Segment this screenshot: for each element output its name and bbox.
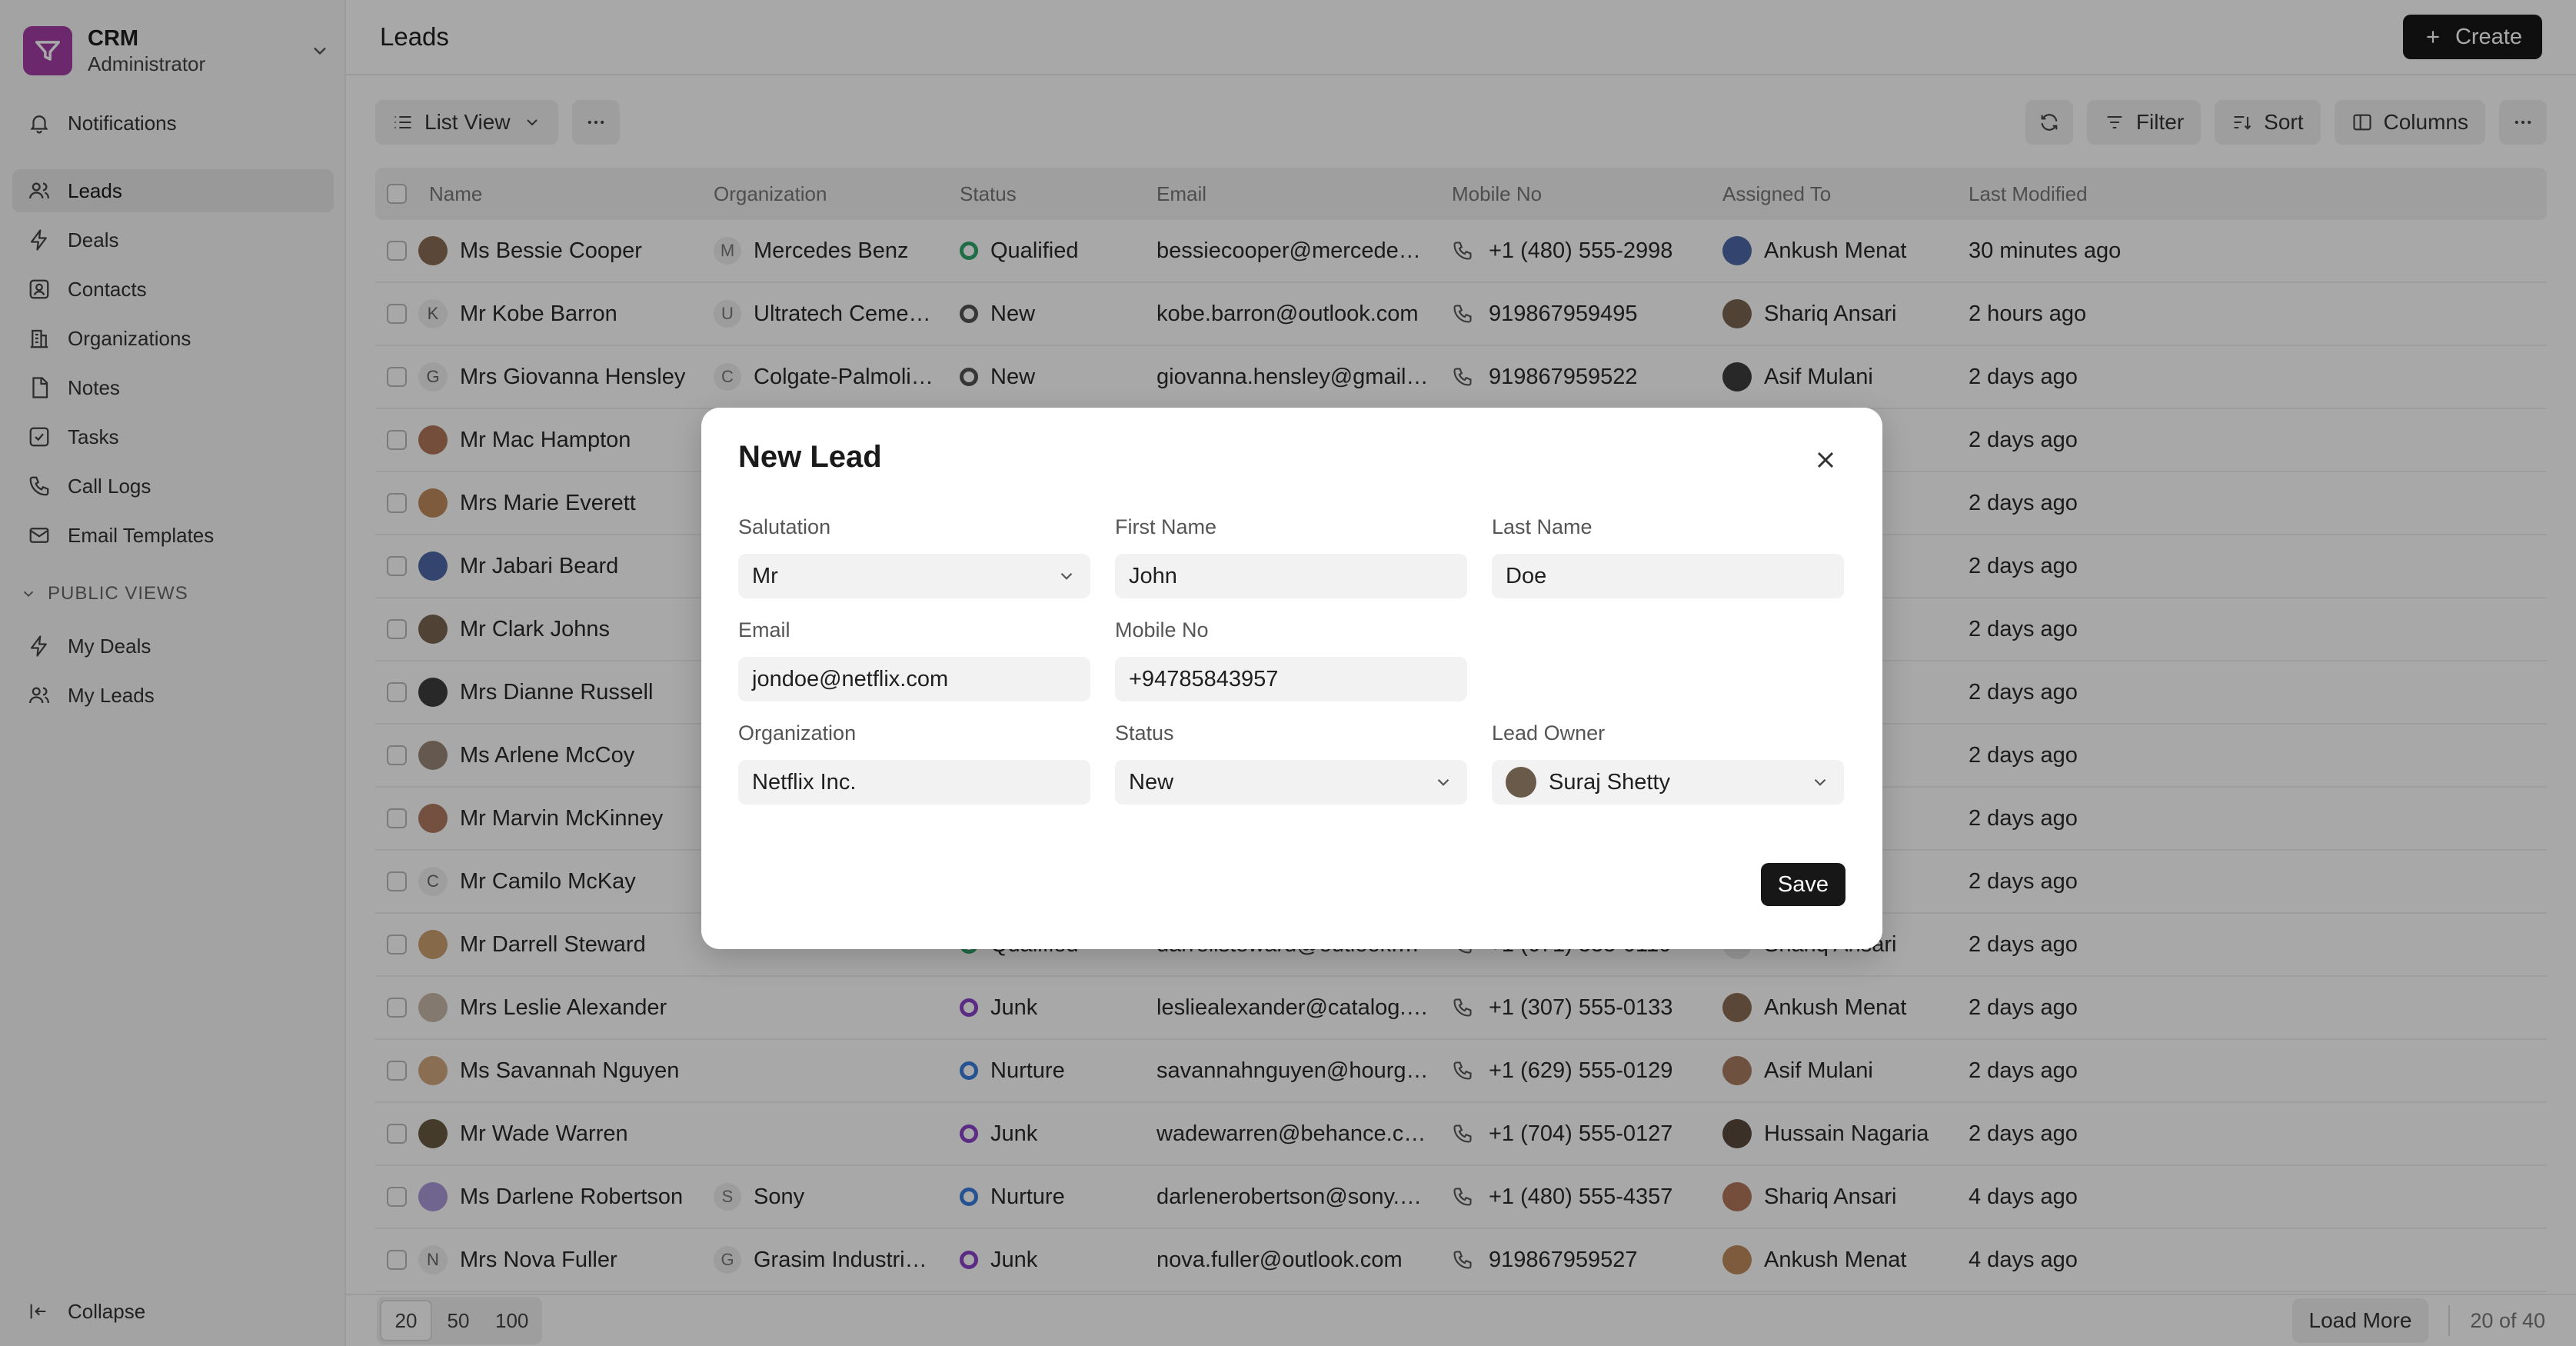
email-value: jondoe@netflix.com [752,666,949,691]
salutation-value: Mr [752,563,778,588]
chevron-down-icon [1437,778,1449,786]
status-value: New [1129,769,1174,795]
mobile-input[interactable]: +94785843957 [1115,657,1467,701]
chevron-down-icon [1814,778,1826,786]
new-lead-dialog: New Lead Salutation Mr First Name John L… [701,408,1882,949]
first-name-value: John [1129,563,1177,588]
chevron-down-icon [1060,572,1073,580]
salutation-select[interactable]: Mr [738,554,1090,598]
email-input[interactable]: jondoe@netflix.com [738,657,1090,701]
organization-value: Netflix Inc. [752,769,857,795]
first-name-label: First Name [1115,515,1217,538]
last-name-label: Last Name [1492,515,1593,538]
lead-owner-value: Suraj Shetty [1549,769,1670,795]
email-label: Email [738,618,790,641]
lead-owner-select[interactable]: Suraj Shetty [1492,760,1844,805]
last-name-value: Doe [1506,563,1547,588]
last-name-input[interactable]: Doe [1492,554,1844,598]
lead-owner-label: Lead Owner [1492,721,1606,745]
mobile-value: +94785843957 [1129,666,1279,691]
avatar [1506,767,1536,798]
mobile-label: Mobile No [1115,618,1209,641]
save-button[interactable]: Save [1760,863,1845,906]
organization-label: Organization [738,721,857,745]
first-name-input[interactable]: John [1115,554,1467,598]
status-label: Status [1115,721,1174,745]
close-icon[interactable] [1812,446,1839,474]
salutation-label: Salutation [738,515,831,538]
lead-form: Salutation Mr First Name John Last Name … [738,515,1845,825]
organization-input[interactable]: Netflix Inc. [738,760,1090,805]
status-select[interactable]: New [1115,760,1467,805]
dialog-title: New Lead [738,440,882,474]
